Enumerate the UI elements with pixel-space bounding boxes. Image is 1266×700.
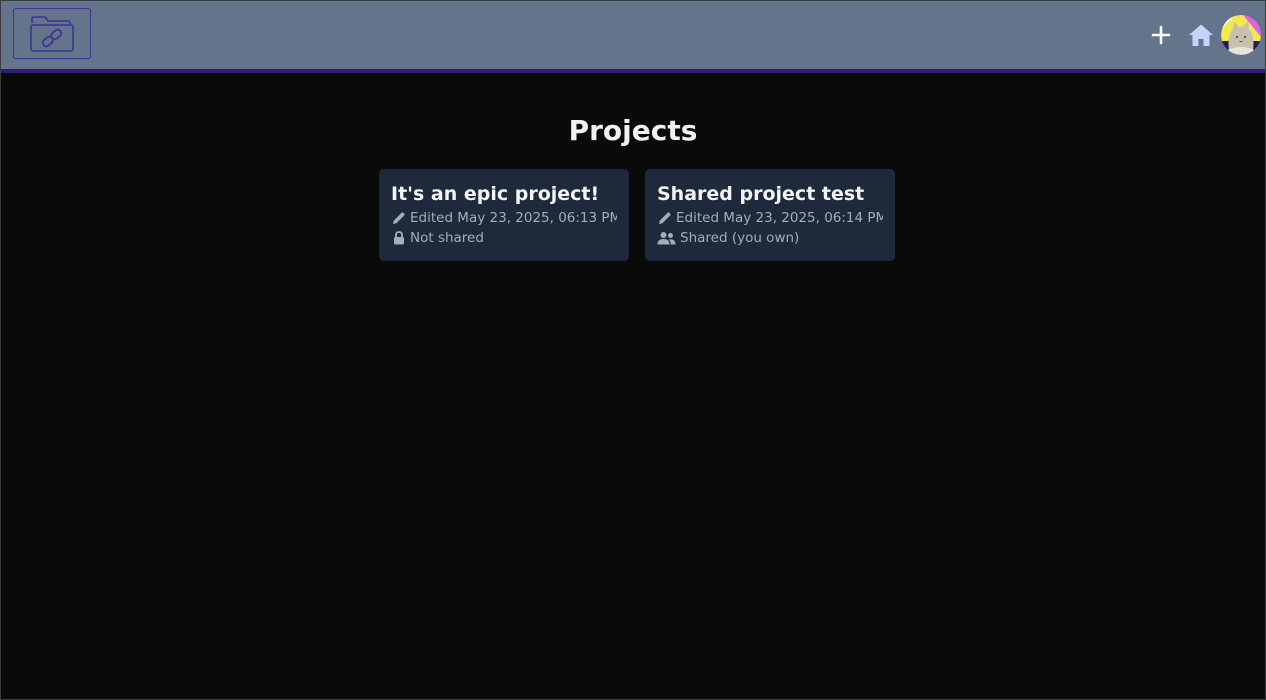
home-button[interactable] (1181, 15, 1221, 55)
project-edited-text: Edited May 23, 2025, 06:13 PM (410, 210, 617, 226)
project-edited-text: Edited May 23, 2025, 06:14 PM (676, 210, 883, 226)
lock-icon (391, 231, 406, 246)
project-sharing-row: Not shared (391, 228, 617, 248)
project-card[interactable]: It's an epic project! Edited May 23, 202… (379, 169, 629, 261)
project-list: It's an epic project! Edited May 23, 202… (379, 169, 895, 261)
cat-avatar-icon (1221, 15, 1261, 55)
home-logo-button[interactable] (13, 8, 91, 59)
home-icon (1189, 24, 1213, 46)
users-icon (657, 231, 676, 246)
project-sharing-row: Shared (you own) (657, 228, 883, 248)
plus-icon (1151, 25, 1171, 45)
pencil-icon (657, 211, 672, 226)
folder-link-icon (30, 15, 74, 52)
project-title: It's an epic project! (391, 183, 600, 205)
pencil-icon (391, 211, 406, 226)
project-card[interactable]: Shared project test Edited May 23, 2025,… (645, 169, 895, 261)
navbar-actions (1141, 1, 1265, 69)
page-title: Projects (568, 114, 698, 147)
new-project-button[interactable] (1141, 15, 1181, 55)
project-sharing-text: Not shared (410, 230, 484, 246)
app-window: Projects It's an epic project! Edited Ma… (0, 0, 1266, 700)
user-avatar[interactable] (1221, 15, 1261, 55)
top-navbar (1, 1, 1265, 73)
project-title: Shared project test (657, 183, 865, 205)
project-edited-row: Edited May 23, 2025, 06:13 PM (391, 208, 617, 228)
project-sharing-text: Shared (you own) (680, 230, 800, 246)
project-edited-row: Edited May 23, 2025, 06:14 PM (657, 208, 883, 228)
